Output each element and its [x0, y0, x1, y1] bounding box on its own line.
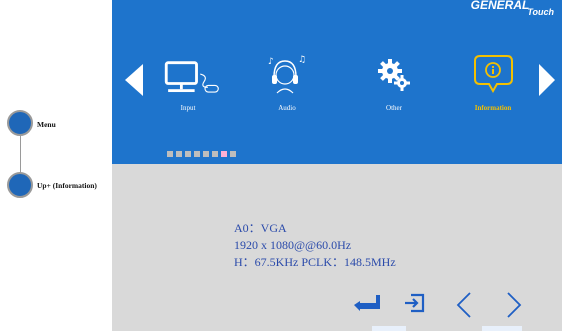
chevron-left-icon[interactable]	[455, 291, 473, 319]
osd-menu-bar: GENERALTouch Input ♪ ♫ Audio Other Infor…	[112, 0, 562, 164]
step-2-label: Up+ (Information)	[37, 181, 97, 190]
gears-icon	[378, 59, 410, 91]
step-2-marker	[7, 172, 33, 198]
page-dot	[185, 151, 191, 157]
control-highlight	[482, 326, 522, 331]
menu-item-information[interactable]: Information	[458, 50, 528, 112]
menu-item-other[interactable]: Other	[359, 50, 429, 112]
page-dot-active	[221, 151, 227, 157]
scroll-left-arrow-icon[interactable]	[125, 64, 143, 96]
monitor-mouse-icon	[164, 61, 219, 93]
scroll-right-arrow-icon[interactable]	[539, 64, 555, 96]
page-indicator	[167, 151, 236, 157]
menu-item-audio[interactable]: ♪ ♫ Audio	[252, 50, 322, 112]
page-dot	[230, 151, 236, 157]
page-dot	[176, 151, 182, 157]
signal-info: A0：VGA 1920 x 1080@@60.0Hz H：67.5KHz PCL…	[234, 220, 396, 271]
step-1-marker	[7, 110, 33, 136]
page-dot	[203, 151, 209, 157]
chevron-right-icon[interactable]	[505, 291, 523, 319]
control-highlight	[372, 326, 406, 331]
page-dot	[194, 151, 200, 157]
instruction-panel: Menu Up+ (Information)	[0, 0, 112, 331]
headphones-icon: ♪ ♫	[268, 55, 306, 94]
menu-item-information-label: Information	[474, 104, 512, 112]
enter-icon[interactable]	[354, 291, 382, 315]
exit-icon[interactable]	[403, 291, 427, 315]
menu-item-audio-label: Audio	[278, 104, 296, 112]
page-dot	[212, 151, 218, 157]
svg-text:♫: ♫	[298, 55, 306, 65]
page-dot	[167, 151, 173, 157]
menu-item-input[interactable]: Input	[153, 50, 223, 112]
step-1-label: Menu	[37, 120, 56, 129]
menu-item-input-label: Input	[180, 104, 196, 112]
info-bubble-icon	[474, 55, 513, 94]
signal-source: A0：VGA	[234, 221, 287, 235]
signal-timing: H：67.5KHz PCLK：148.5MHz	[234, 255, 396, 269]
brand-logo: GENERALTouch	[470, 0, 554, 17]
menu-item-other-label: Other	[386, 104, 402, 112]
signal-resolution: 1920 x 1080@@60.0Hz	[234, 238, 352, 252]
svg-text:♪: ♪	[268, 57, 274, 67]
